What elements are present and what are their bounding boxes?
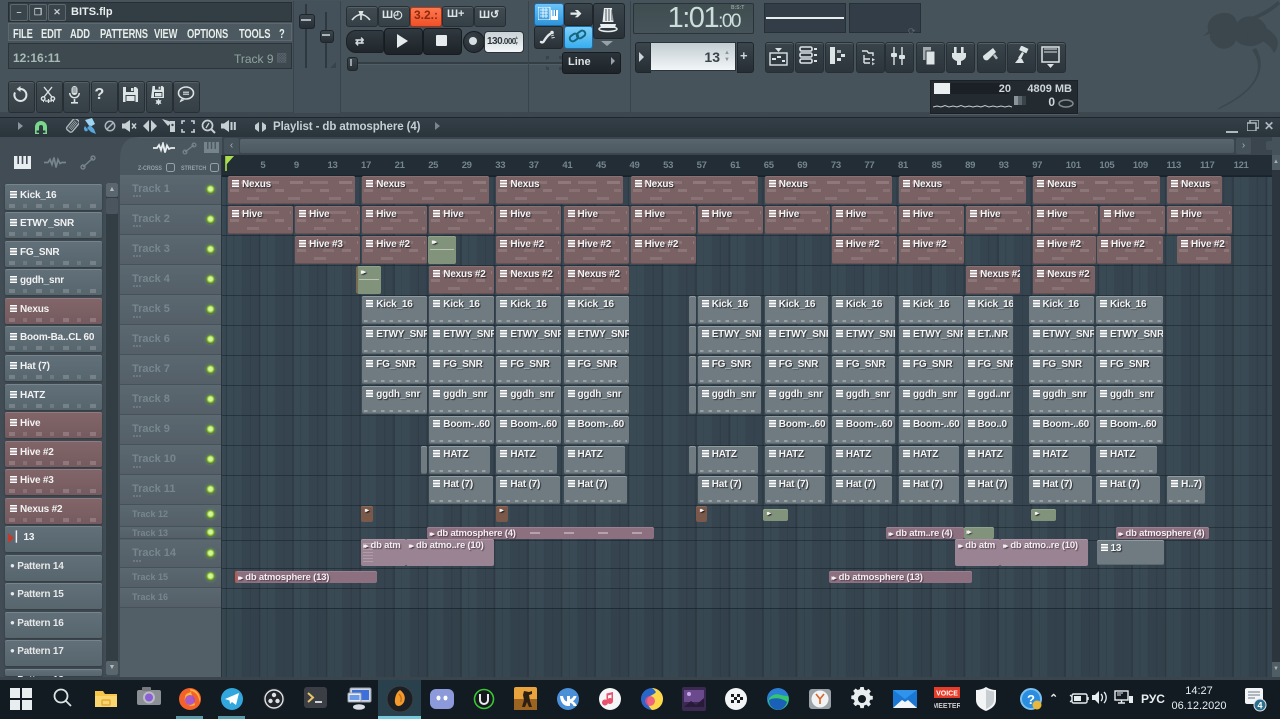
svg-text:4: 4 xyxy=(1257,701,1262,711)
svg-text:VOICE: VOICE xyxy=(936,691,958,698)
svg-text:MEETER: MEETER xyxy=(934,703,960,710)
